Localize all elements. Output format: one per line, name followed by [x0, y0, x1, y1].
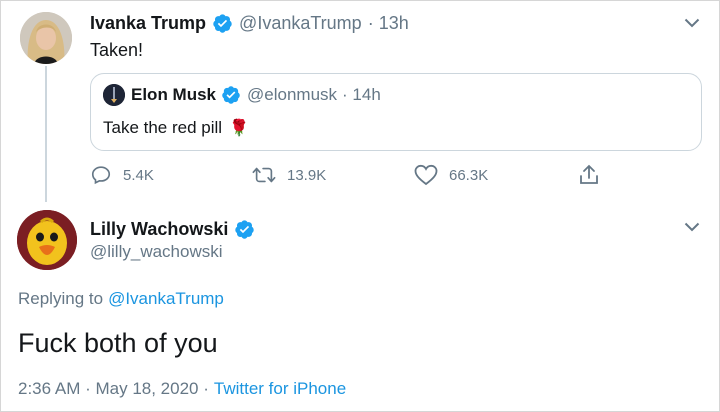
- lilly-avatar[interactable]: [17, 210, 77, 270]
- verified-badge-icon: [235, 219, 255, 239]
- reply-header: Lilly Wachowski: [90, 217, 261, 241]
- elon-avatar: [103, 84, 125, 106]
- verified-badge-icon: [222, 86, 240, 104]
- replying-to-link[interactable]: @IvankaTrump: [108, 289, 224, 309]
- chevron-down-icon[interactable]: [684, 222, 700, 232]
- reply-author-name[interactable]: Lilly Wachowski: [90, 219, 228, 240]
- reply-icon: [91, 166, 111, 185]
- reply-button[interactable]: 5.4K: [90, 164, 154, 186]
- parent-handle[interactable]: @IvankaTrump: [239, 13, 362, 34]
- parent-text: Taken!: [90, 39, 144, 60]
- quoted-time: · 14h: [342, 85, 381, 104]
- replying-to-prefix: Replying to: [18, 289, 104, 308]
- quoted-author-name: Elon Musk: [131, 85, 217, 104]
- reply-text: Fuck both of you: [18, 327, 218, 358]
- rose-emoji-icon: 🌹: [229, 120, 249, 137]
- retweet-button[interactable]: 13.9K: [252, 164, 326, 186]
- reply-count: 5.4K: [123, 166, 154, 184]
- ivanka-avatar[interactable]: [20, 12, 72, 64]
- quoted-header: Elon Musk @elonmusk · 14h: [131, 84, 381, 106]
- parent-author-name[interactable]: Ivanka Trump: [90, 13, 206, 34]
- reply-source-link[interactable]: Twitter for iPhone: [214, 379, 346, 399]
- quoted-text-row: Take the red pill 🌹: [103, 116, 249, 140]
- share-button[interactable]: [578, 164, 611, 186]
- reply-handle[interactable]: @lilly_wachowski: [90, 241, 223, 263]
- like-button[interactable]: 66.3K: [414, 164, 488, 186]
- parent-time[interactable]: · 13h: [368, 13, 409, 34]
- retweet-count: 13.9K: [287, 166, 327, 184]
- share-icon: [580, 164, 598, 184]
- heart-icon: [414, 164, 438, 186]
- verified-badge-icon: [213, 13, 232, 33]
- quoted-tweet-card[interactable]: Elon Musk @elonmusk · 14h Take the red p…: [90, 73, 702, 151]
- reply-timestamp[interactable]: 2:36 AM · May 18, 2020 ·: [18, 379, 209, 399]
- like-count: 66.3K: [449, 166, 489, 184]
- retweet-icon: [252, 167, 276, 183]
- chevron-down-icon[interactable]: [684, 18, 700, 28]
- replying-to-line: Replying to @IvankaTrump: [18, 288, 224, 310]
- thread-line: [45, 66, 47, 202]
- reply-meta: 2:36 AM · May 18, 2020 · Twitter for iPh…: [18, 378, 346, 400]
- parent-header: Ivanka Trump @IvankaTrump · 13h: [90, 11, 409, 35]
- quoted-text: Take the red pill: [103, 118, 223, 137]
- quoted-handle: @elonmusk: [247, 85, 338, 104]
